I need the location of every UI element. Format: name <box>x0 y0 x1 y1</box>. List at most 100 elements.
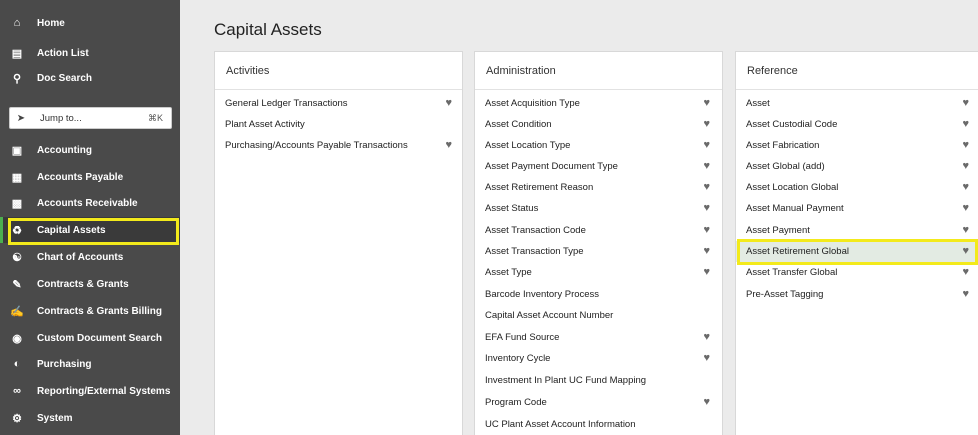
link-label[interactable]: Purchasing/Accounts Payable Transactions <box>215 140 408 151</box>
sidebar-item-contracts-grants[interactable]: ✎ Contracts & Grants <box>0 271 180 297</box>
sidebar-item-accounts-payable[interactable]: ▦ Accounts Payable <box>0 164 180 190</box>
list-item[interactable]: Asset Fabrication ♥ <box>736 135 978 156</box>
favorite-heart-icon[interactable]: ♥ <box>703 203 710 214</box>
list-item[interactable]: Asset Type ♥ <box>475 262 722 283</box>
link-label[interactable]: Capital Asset Account Number <box>475 310 613 321</box>
list-item[interactable]: Asset Global (add) ♥ <box>736 156 978 177</box>
link-label[interactable]: Asset Transaction Code <box>475 225 586 236</box>
sidebar-item-action-list[interactable]: ▤ Action List <box>0 40 180 66</box>
link-label[interactable]: Asset Transaction Type <box>475 246 584 257</box>
favorite-heart-icon[interactable]: ♥ <box>703 119 710 130</box>
building-icon: ▩ <box>11 197 23 210</box>
list-item[interactable]: Asset Custodial Code ♥ <box>736 114 978 135</box>
link-label[interactable]: Asset Location Global <box>736 182 838 193</box>
list-item[interactable]: Asset Acquisition Type ♥ <box>475 93 722 114</box>
list-item[interactable]: Asset Location Type ♥ <box>475 135 722 156</box>
list-item[interactable]: Asset Status ♥ <box>475 198 722 219</box>
link-label[interactable]: Program Code <box>475 397 547 408</box>
link-icon: ∞ <box>13 385 21 397</box>
favorite-heart-icon[interactable]: ♥ <box>703 267 710 278</box>
jump-to-input[interactable]: ➤ Jump to... ⌘K <box>9 107 172 129</box>
list-item[interactable]: Asset Manual Payment ♥ <box>736 198 978 219</box>
list-item[interactable]: Asset Transaction Code ♥ <box>475 220 722 241</box>
sidebar-item-chart-of-accounts[interactable]: ☯ Chart of Accounts <box>0 244 180 270</box>
link-label[interactable]: Asset Location Type <box>475 140 570 151</box>
list-item[interactable]: Program Code ♥ <box>475 392 722 413</box>
link-label[interactable]: Asset <box>736 98 770 109</box>
list-item[interactable]: Asset Payment ♥ <box>736 220 978 241</box>
favorite-heart-icon[interactable]: ♥ <box>703 397 710 408</box>
link-label[interactable]: Asset Payment Document Type <box>475 161 618 172</box>
favorite-heart-icon[interactable]: ♥ <box>703 182 710 193</box>
favorite-heart-icon[interactable]: ♥ <box>962 119 969 130</box>
favorite-heart-icon[interactable]: ♥ <box>962 140 969 151</box>
favorite-heart-icon[interactable]: ♥ <box>703 98 710 109</box>
list-item[interactable]: Capital Asset Account Number <box>475 305 722 326</box>
list-item[interactable]: Asset Transaction Type ♥ <box>475 241 722 262</box>
list-item[interactable]: Inventory Cycle ♥ <box>475 348 722 369</box>
sidebar-item-purchasing[interactable]: ◐ Purchasing <box>0 351 180 377</box>
link-label[interactable]: Asset Fabrication <box>736 140 819 151</box>
sidebar-item-doc-search[interactable]: ⚲ Doc Search <box>0 65 180 91</box>
link-label[interactable]: Plant Asset Activity <box>215 119 305 130</box>
favorite-heart-icon[interactable]: ♥ <box>962 267 969 278</box>
list-item[interactable]: Asset Transfer Global ♥ <box>736 262 978 283</box>
link-label[interactable]: Asset Type <box>475 267 532 278</box>
list-item[interactable]: Plant Asset Activity <box>215 114 462 135</box>
favorite-heart-icon[interactable]: ♥ <box>703 161 710 172</box>
link-label[interactable]: EFA Fund Source <box>475 332 559 343</box>
favorite-heart-icon[interactable]: ♥ <box>703 225 710 236</box>
link-label[interactable]: Asset Payment <box>736 225 810 236</box>
list-item[interactable]: Asset ♥ <box>736 93 978 114</box>
sidebar-item-custom-document-search[interactable]: ◉ Custom Document Search <box>0 325 180 351</box>
favorite-heart-icon[interactable]: ♥ <box>703 332 710 343</box>
link-label[interactable]: Asset Custodial Code <box>736 119 837 130</box>
favorite-heart-icon[interactable]: ♥ <box>703 353 710 364</box>
list-item[interactable]: UC Plant Asset Account Information <box>475 414 722 435</box>
list-item[interactable]: General Ledger Transactions ♥ <box>215 93 462 114</box>
sidebar-item-reporting-external-systems[interactable]: ∞ Reporting/External Systems <box>0 378 180 404</box>
sidebar-item-system[interactable]: ⚙ System <box>0 405 180 431</box>
favorite-heart-icon[interactable]: ♥ <box>445 98 452 109</box>
link-label[interactable]: Asset Retirement Global <box>736 246 849 257</box>
link-label[interactable]: Investment In Plant UC Fund Mapping <box>475 375 646 386</box>
list-item-selected[interactable]: Asset Retirement Global ♥ <box>736 241 978 262</box>
favorite-heart-icon[interactable]: ♥ <box>703 246 710 257</box>
list-item[interactable]: Asset Payment Document Type ♥ <box>475 156 722 177</box>
sidebar-item-contracts-grants-billing[interactable]: ✍ Contracts & Grants Billing <box>0 298 180 324</box>
list-item[interactable]: Asset Condition ♥ <box>475 114 722 135</box>
link-label[interactable]: Asset Retirement Reason <box>475 182 593 193</box>
favorite-heart-icon[interactable]: ♥ <box>703 140 710 151</box>
list-item[interactable]: Pre-Asset Tagging ♥ <box>736 284 978 305</box>
link-label[interactable]: Barcode Inventory Process <box>475 289 599 300</box>
link-label[interactable]: UC Plant Asset Account Information <box>475 419 636 430</box>
favorite-heart-icon[interactable]: ♥ <box>962 225 969 236</box>
list-item[interactable]: Asset Location Global ♥ <box>736 177 978 198</box>
list-item[interactable]: Investment In Plant UC Fund Mapping <box>475 370 722 391</box>
favorite-heart-icon[interactable]: ♥ <box>962 203 969 214</box>
link-label[interactable]: Pre-Asset Tagging <box>736 289 823 300</box>
link-label[interactable]: Asset Transfer Global <box>736 267 837 278</box>
list-item[interactable]: Asset Retirement Reason ♥ <box>475 177 722 198</box>
link-label[interactable]: Asset Status <box>475 203 538 214</box>
list-item[interactable]: EFA Fund Source ♥ <box>475 327 722 348</box>
sidebar-item-accounting[interactable]: ▣ Accounting <box>0 137 180 163</box>
sidebar-item-accounts-receivable[interactable]: ▩ Accounts Receivable <box>0 190 180 216</box>
link-label[interactable]: Asset Acquisition Type <box>475 98 580 109</box>
sidebar-item-capital-assets[interactable]: ♻ Capital Assets <box>0 217 180 243</box>
favorite-heart-icon[interactable]: ♥ <box>962 98 969 109</box>
sidebar-item-home[interactable]: ⌂ Home <box>0 10 180 36</box>
favorite-heart-icon[interactable]: ♥ <box>962 161 969 172</box>
list-item[interactable]: Barcode Inventory Process <box>475 284 722 305</box>
favorite-heart-icon[interactable]: ♥ <box>962 246 969 257</box>
page-title: Capital Assets <box>214 20 322 39</box>
list-item[interactable]: Purchasing/Accounts Payable Transactions… <box>215 135 462 156</box>
favorite-heart-icon[interactable]: ♥ <box>445 140 452 151</box>
link-label[interactable]: Inventory Cycle <box>475 353 550 364</box>
link-label[interactable]: Asset Global (add) <box>736 161 825 172</box>
favorite-heart-icon[interactable]: ♥ <box>962 289 969 300</box>
link-label[interactable]: Asset Condition <box>475 119 552 130</box>
link-label[interactable]: General Ledger Transactions <box>215 98 348 109</box>
favorite-heart-icon[interactable]: ♥ <box>962 182 969 193</box>
link-label[interactable]: Asset Manual Payment <box>736 203 844 214</box>
